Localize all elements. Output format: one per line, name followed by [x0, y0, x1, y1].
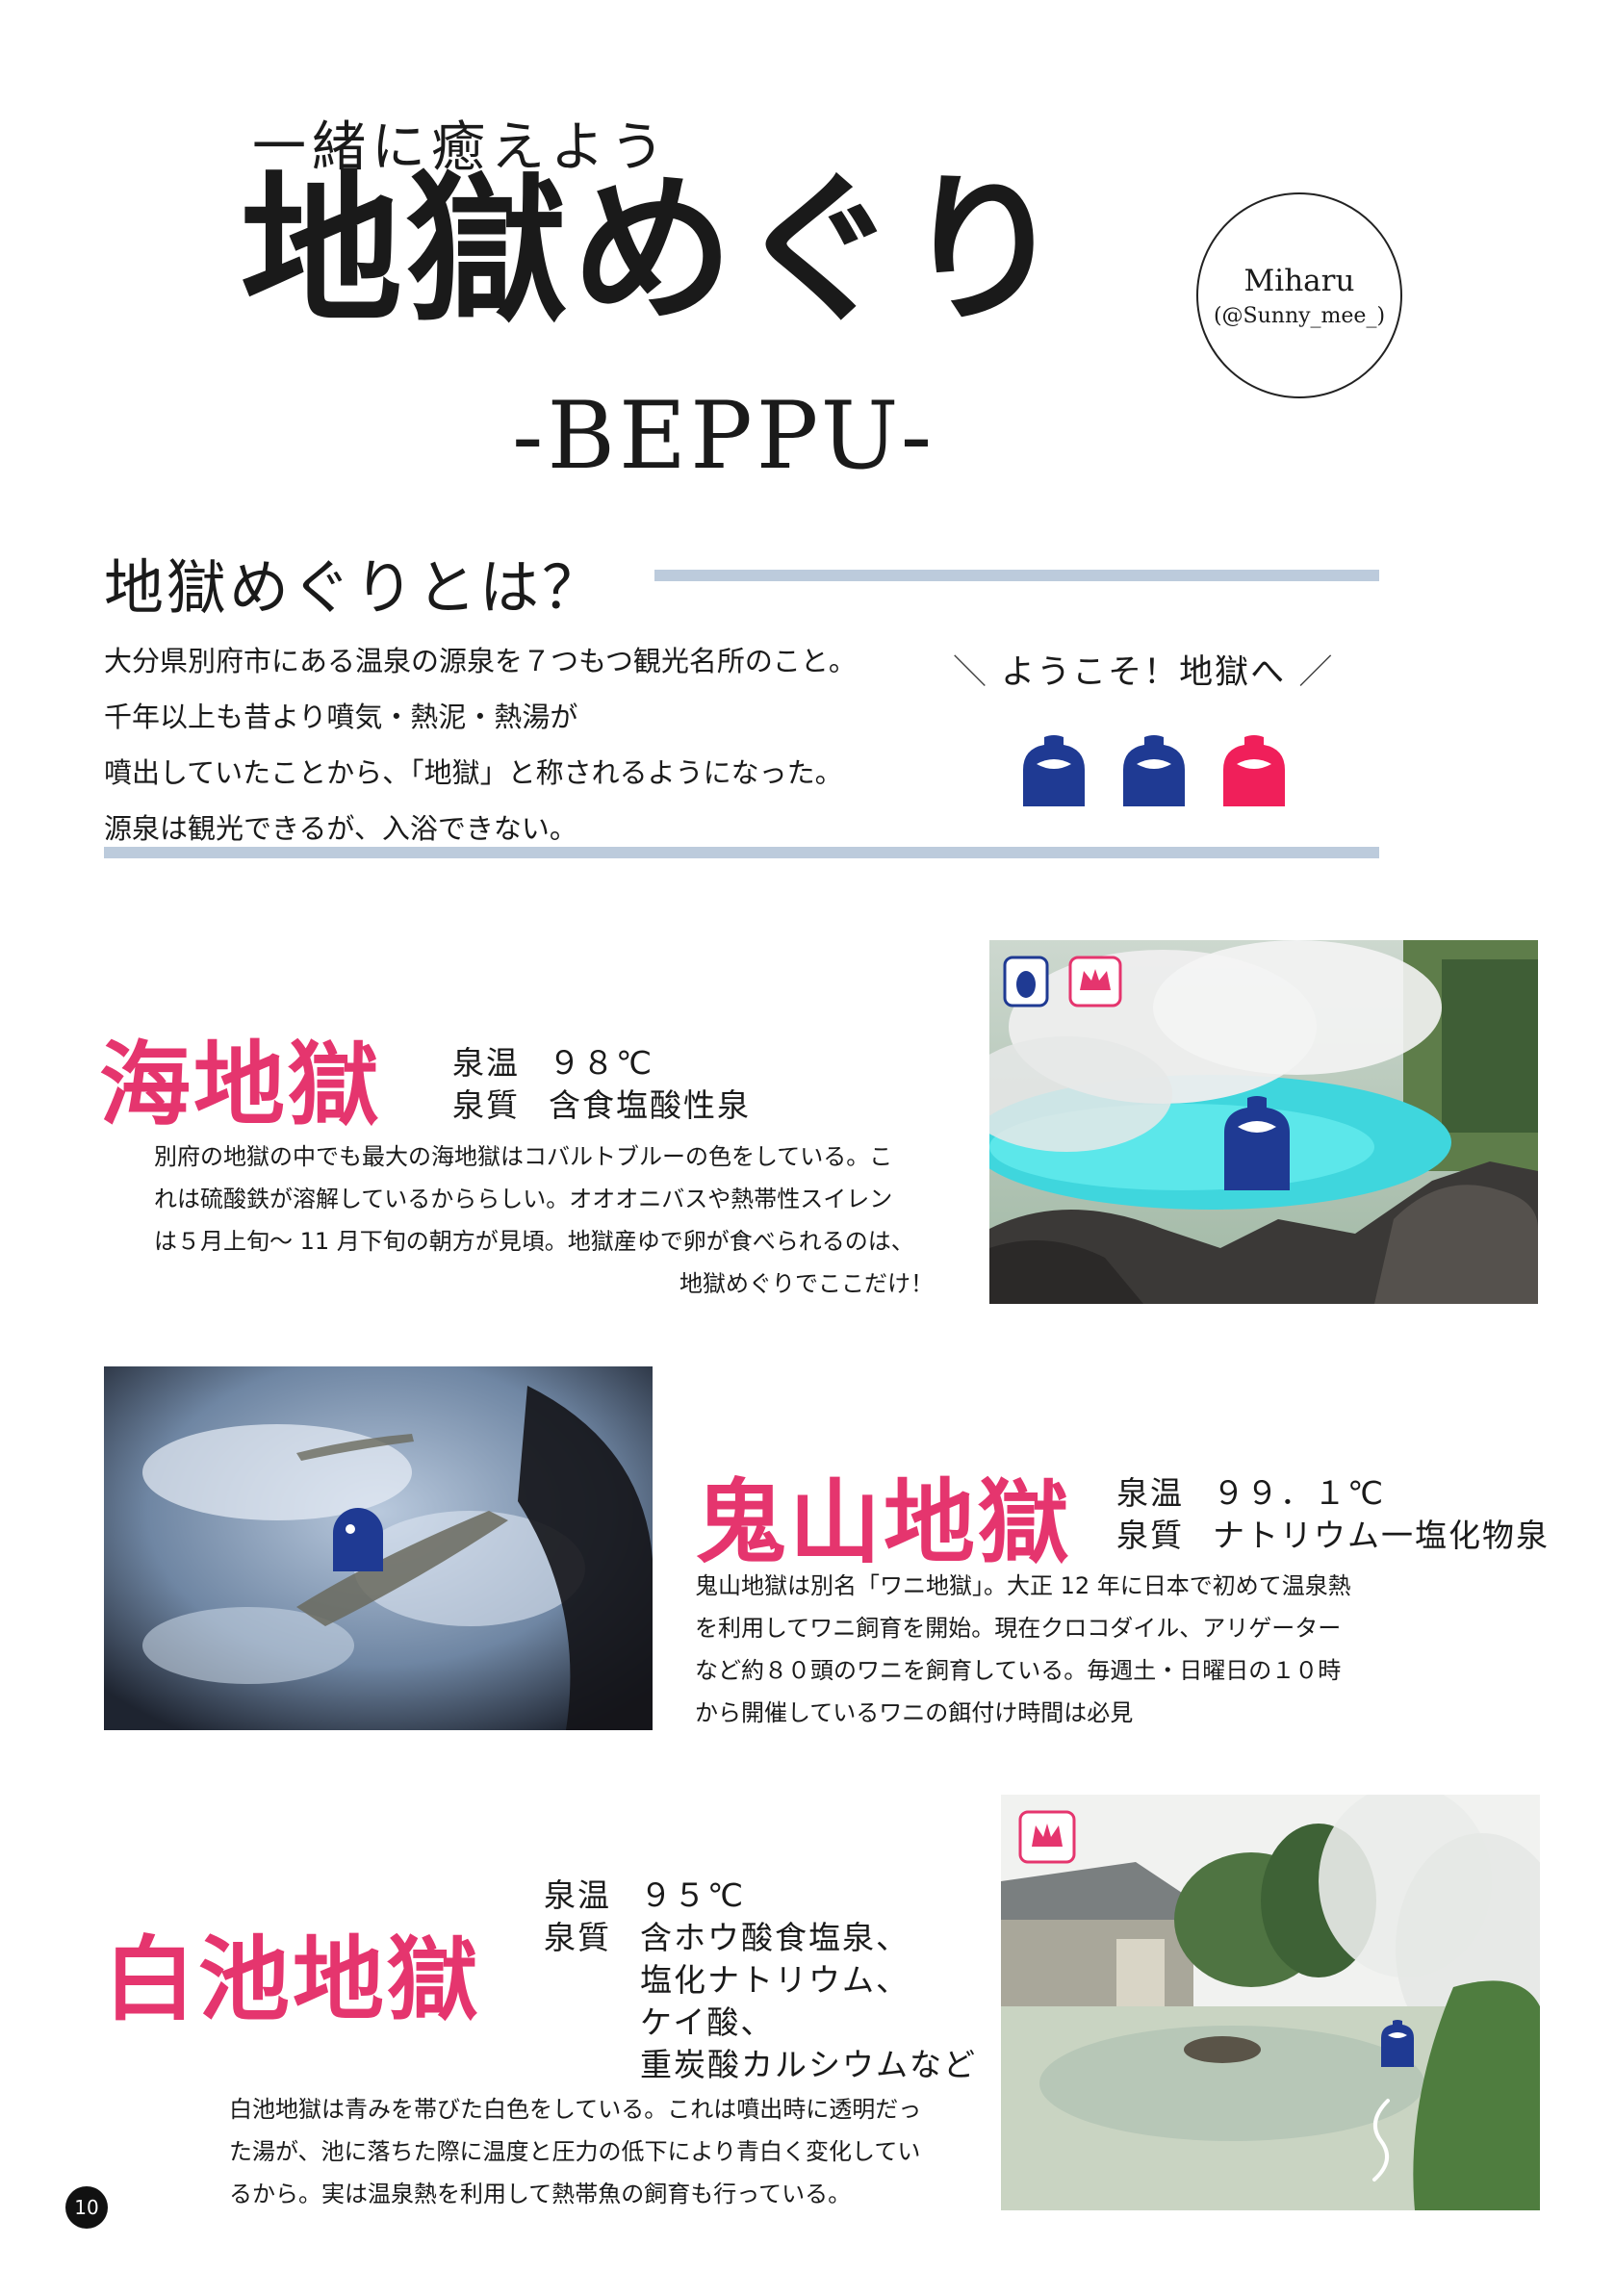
text-line: は５月上旬～ 11 月下旬の朝方が見頃。地獄産ゆで卵が食べられるのは、: [154, 1228, 914, 1255]
quality-value: 含ホウ酸食塩泉、: [640, 1919, 910, 1956]
section-text-umi: 別府の地獄の中でも最大の海地獄はコバルトブルーの色をしている。こ れは硫酸鉄が溶…: [154, 1135, 934, 1305]
welcome-slash-right: ／: [1298, 653, 1335, 692]
section-text-oniyama: 鬼山地獄は別名「ワニ地獄」。大正 12 年に日本で初めて温泉熱 を利用してワニ飼…: [695, 1565, 1397, 1734]
umi-jigoku-photo: [989, 940, 1538, 1304]
quality-value: ナトリウム一塩化物泉: [1213, 1517, 1550, 1554]
mascot-group: [1023, 735, 1285, 806]
page-title: 地獄めぐり: [241, 154, 1068, 344]
section-title-umi: 海地獄: [99, 1032, 383, 1138]
shiraike-jigoku-photo: [1001, 1795, 1540, 2210]
text-line: れは硫酸鉄が溶解しているかららしい。オオオニバスや熱帯性スイレン: [154, 1186, 893, 1212]
quality-value: 塩化ナトリウム、: [640, 1961, 910, 1999]
intro-heading: 地獄めぐりとは？: [104, 552, 605, 623]
text-line: 白池地獄は青みを帯びた白色をしている。これは噴出時に透明だっ: [229, 2096, 922, 2123]
quality-value: ケイ酸、: [640, 2003, 775, 2041]
page-number: 10: [65, 2186, 108, 2229]
text-line: を利用してワニ飼育を開始。現在クロコダイル、アリゲーター: [695, 1615, 1342, 1642]
text-line: 別府の地獄の中でも最大の海地獄はコバルトブルーの色をしている。こ: [154, 1143, 893, 1170]
divider: [654, 570, 1379, 581]
text-line: るから。実は温泉熱を利用して熱帯魚の飼育も行っている。: [229, 2181, 852, 2207]
text-line: から開催しているワニの餌付け時間は必見: [695, 1699, 1134, 1726]
quality-label: 泉質: [544, 1919, 611, 1956]
temp-value: ９８℃: [549, 1044, 654, 1082]
mascot-icon: [1123, 735, 1185, 806]
welcome-text: ようこそ！地獄へ: [1001, 653, 1287, 692]
welcome-slash-left: ＼: [953, 653, 989, 692]
temp-label: 泉温: [1116, 1474, 1184, 1512]
mascot-icon: [1023, 735, 1085, 806]
temp-value: ９９．１℃: [1213, 1474, 1386, 1512]
intro-line: 噴出していたことから、「地獄」と称されるようになった。: [104, 756, 843, 789]
intro-text: 大分県別府市にある温泉の源泉を７つもつ観光名所のこと。 千年以上も昔より噴気・熱…: [104, 633, 970, 856]
temp-value: ９５℃: [640, 1876, 746, 1914]
oniyama-jigoku-photo: [104, 1366, 653, 1730]
mascot-icon: [1223, 735, 1285, 806]
location-title: -BEPPU-: [512, 382, 936, 490]
text-line: 鬼山地獄は別名「ワニ地獄」。大正 12 年に日本で初めて温泉熱: [695, 1572, 1351, 1599]
spec-oniyama: 泉温 ９９．１℃ 泉質 ナトリウム一塩化物泉: [1116, 1472, 1550, 1557]
intro-line: 大分県別府市にある温泉の源泉を７つもつ観光名所のこと。: [104, 645, 857, 677]
quality-value: 重炭酸カルシウムなど: [640, 2046, 977, 2083]
quality-label: 泉質: [452, 1086, 520, 1124]
author-badge: Miharu (@Sunny_mee_): [1196, 192, 1402, 398]
author-handle: (@Sunny_mee_): [1213, 303, 1386, 328]
text-line: た湯が、池に落ちた際に温度と圧力の低下により青白く変化してい: [229, 2138, 921, 2165]
temp-label: 泉温: [544, 1876, 611, 1914]
quality-label: 泉質: [1116, 1517, 1184, 1554]
mascot-icon: [333, 1508, 383, 1571]
spec-umi: 泉温 ９８℃ 泉質 含食塩酸性泉: [452, 1042, 751, 1127]
divider: [104, 847, 1379, 858]
temp-label: 泉温: [452, 1044, 520, 1082]
text-line: 地獄めぐりでここだけ！: [679, 1270, 934, 1297]
section-title-oniyama: 鬼山地獄: [695, 1469, 1073, 1576]
quality-value: 含食塩酸性泉: [549, 1086, 751, 1124]
section-title-shiraike: 白池地獄: [104, 1926, 482, 2033]
text-line: など約８０頭のワニを飼育している。毎週土・日曜日の１０時: [695, 1657, 1342, 1684]
spec-shiraike: 泉温 ９５℃ 泉質 含ホウ酸食塩泉、 塩化ナトリウム、 ケイ酸、 重炭酸カルシウムな…: [544, 1875, 977, 2086]
author-name: Miharu: [1243, 263, 1355, 298]
welcome-message: ＼ ようこそ！地獄へ ／: [953, 645, 1334, 694]
section-text-shiraike: 白池地獄は青みを帯びた白色をしている。これは噴出時に透明だっ た湯が、池に落ちた…: [229, 2088, 970, 2215]
intro-line: 千年以上も昔より噴気・熱泥・熱湯が: [104, 701, 578, 733]
